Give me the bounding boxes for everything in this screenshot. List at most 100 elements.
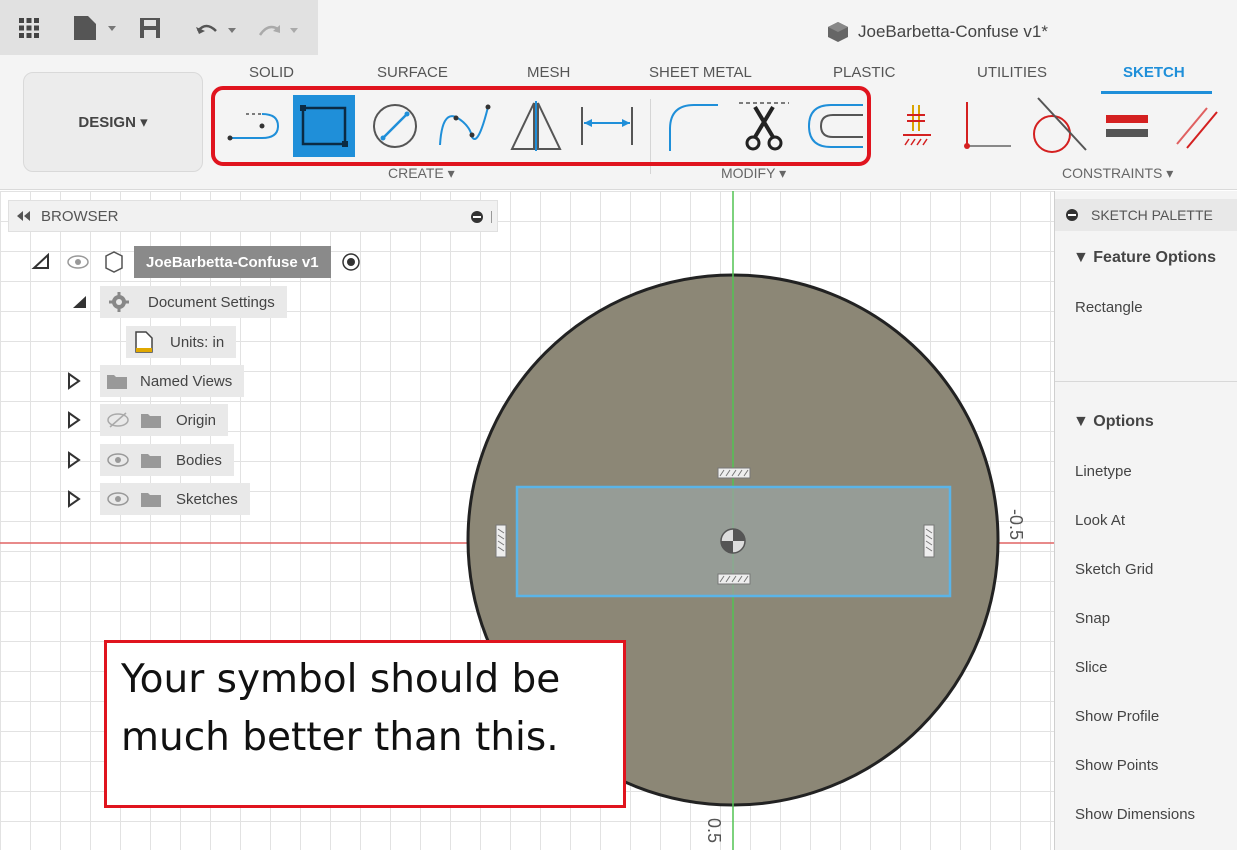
tab-surface[interactable]: SURFACE [377, 64, 448, 81]
sketch-palette: SKETCH PALETTE ▼ Feature Options Rectang… [1054, 191, 1237, 850]
root-component-label[interactable]: JoeBarbetta-Confuse v1 [134, 246, 331, 278]
visibility-eye-icon[interactable] [106, 490, 130, 508]
origin-icon[interactable] [720, 528, 746, 554]
collapse-browser-icon[interactable] [15, 210, 31, 222]
bodies-label: Bodies [176, 451, 222, 469]
expand-triangle-icon[interactable] [66, 450, 82, 470]
callout-line-2: much better than this. [121, 715, 559, 760]
option-linetype[interactable]: Linetype [1075, 463, 1132, 480]
vertical-constraint-glyph-right[interactable] [923, 524, 935, 558]
folder-icon [141, 454, 161, 468]
option-snap[interactable]: Snap [1075, 610, 1110, 627]
browser-row-bodies[interactable]: Bodies [66, 444, 234, 476]
options-section[interactable]: ▼ Options [1073, 413, 1154, 431]
save-icon[interactable] [138, 16, 162, 40]
tab-sketch[interactable]: SKETCH [1123, 64, 1185, 81]
active-tab-underline [1101, 91, 1212, 94]
annotation-callout: Your symbol should be much better than t… [104, 640, 626, 808]
undo-icon[interactable] [196, 17, 248, 41]
option-show-points[interactable]: Show Points [1075, 757, 1158, 774]
document-settings-pill[interactable]: Document Settings [100, 286, 287, 318]
units-pill[interactable]: Units: in [126, 326, 237, 358]
tab-sheet-metal[interactable]: SHEET METAL [649, 64, 752, 81]
browser-row-sketches[interactable]: Sketches [66, 483, 250, 515]
tab-solid[interactable]: SOLID [249, 64, 294, 81]
expand-triangle-icon[interactable] [70, 292, 92, 312]
option-show-profile[interactable]: Show Profile [1075, 708, 1159, 725]
tab-mesh[interactable]: MESH [527, 64, 570, 81]
callout-line-1: Your symbol should be [121, 657, 561, 702]
browser-header: BROWSER [8, 200, 498, 232]
app-grid-icon[interactable] [18, 17, 40, 39]
equal-tool[interactable] [1096, 95, 1158, 157]
vertical-constraint-glyph-left[interactable] [495, 524, 507, 558]
option-look-at[interactable]: Look At [1075, 512, 1125, 529]
equal-constraint-icon [1106, 115, 1148, 137]
create-modify-highlight [211, 86, 871, 166]
feature-options-section[interactable]: ▼ Feature Options [1073, 249, 1216, 267]
modify-group-label[interactable]: MODIFY ▾ [721, 165, 786, 182]
sketches-label: Sketches [176, 490, 238, 508]
visibility-eye-icon[interactable] [106, 451, 130, 469]
toolbar: DESIGN ▾ SOLID SURFACE MESH SHEET METAL … [0, 55, 1237, 190]
hidden-eye-icon[interactable] [106, 411, 130, 429]
units-document-icon [135, 331, 153, 353]
browser-title: BROWSER [41, 207, 119, 225]
sketch-palette-header: SKETCH PALETTE [1055, 199, 1237, 231]
horizontal-constraint-glyph-top[interactable] [717, 467, 751, 479]
activate-radio-icon[interactable] [341, 252, 361, 272]
browser-row-units[interactable]: Units: in [126, 326, 237, 358]
gear-icon [109, 292, 129, 312]
document-settings-label: Document Settings [148, 293, 275, 311]
coincident-tool[interactable] [954, 95, 1016, 157]
tangent-constraint-icon [1033, 97, 1087, 153]
palette-collapse-icon[interactable] [1065, 208, 1079, 222]
workspace-switcher[interactable]: DESIGN ▾ [23, 72, 203, 172]
expand-triangle-icon[interactable] [66, 489, 82, 509]
option-show-dimensions[interactable]: Show Dimensions [1075, 806, 1195, 823]
create-group-label[interactable]: CREATE ▾ [388, 165, 455, 182]
component-icon [828, 22, 848, 42]
units-label: Units: in [170, 333, 225, 351]
sketch-palette-title: SKETCH PALETTE [1091, 207, 1213, 223]
browser-row-document-settings[interactable]: Document Settings [70, 286, 287, 318]
folder-icon [141, 414, 161, 428]
named-views-pill[interactable]: Named Views [100, 365, 245, 397]
quick-access-toolbar [0, 0, 318, 55]
tab-plastic[interactable]: PLASTIC [833, 64, 896, 81]
feature-rectangle-label: Rectangle [1075, 299, 1143, 316]
option-sketch-grid[interactable]: Sketch Grid [1075, 561, 1153, 578]
title-bar: JoeBarbetta-Confuse v1* [0, 0, 1237, 55]
tab-utilities[interactable]: UTILITIES [977, 64, 1047, 81]
browser-pin-icon[interactable] [469, 209, 497, 225]
browser-row-named-views[interactable]: Named Views [66, 365, 245, 397]
expand-triangle-icon[interactable] [30, 252, 56, 272]
dimension-label-right[interactable]: -0.5 [1006, 509, 1026, 540]
dimension-label-bottom[interactable]: 0.5 [704, 818, 724, 843]
folder-icon [107, 375, 127, 389]
redo-icon[interactable] [256, 17, 308, 41]
coincident-constraint-icon [964, 102, 1011, 149]
sketches-pill[interactable]: Sketches [100, 483, 250, 515]
browser-root-row[interactable]: JoeBarbetta-Confuse v1 [30, 246, 361, 278]
component-icon [105, 251, 123, 273]
expand-triangle-icon[interactable] [66, 371, 82, 391]
horizontal-vertical-tool[interactable] [886, 95, 948, 157]
bodies-pill[interactable]: Bodies [100, 444, 234, 476]
tangent-tool[interactable] [1028, 95, 1090, 157]
horizontal-vertical-constraint-icon [903, 105, 931, 146]
origin-pill[interactable]: Origin [100, 404, 229, 436]
visibility-eye-icon[interactable] [66, 254, 90, 270]
expand-triangle-icon[interactable] [66, 410, 82, 430]
horizontal-constraint-glyph-bottom[interactable] [717, 573, 751, 585]
document-title: JoeBarbetta-Confuse v1* [826, 20, 1048, 44]
origin-label: Origin [176, 411, 217, 429]
constraints-group-label[interactable]: CONSTRAINTS ▾ [1062, 165, 1173, 182]
named-views-label: Named Views [140, 372, 233, 390]
option-slice[interactable]: Slice [1075, 659, 1108, 676]
browser-row-origin[interactable]: Origin [66, 404, 229, 436]
file-icon[interactable] [72, 14, 122, 42]
parallel-tool[interactable] [1166, 95, 1228, 157]
document-title-text: JoeBarbetta-Confuse v1* [858, 22, 1048, 41]
folder-icon [141, 493, 161, 507]
